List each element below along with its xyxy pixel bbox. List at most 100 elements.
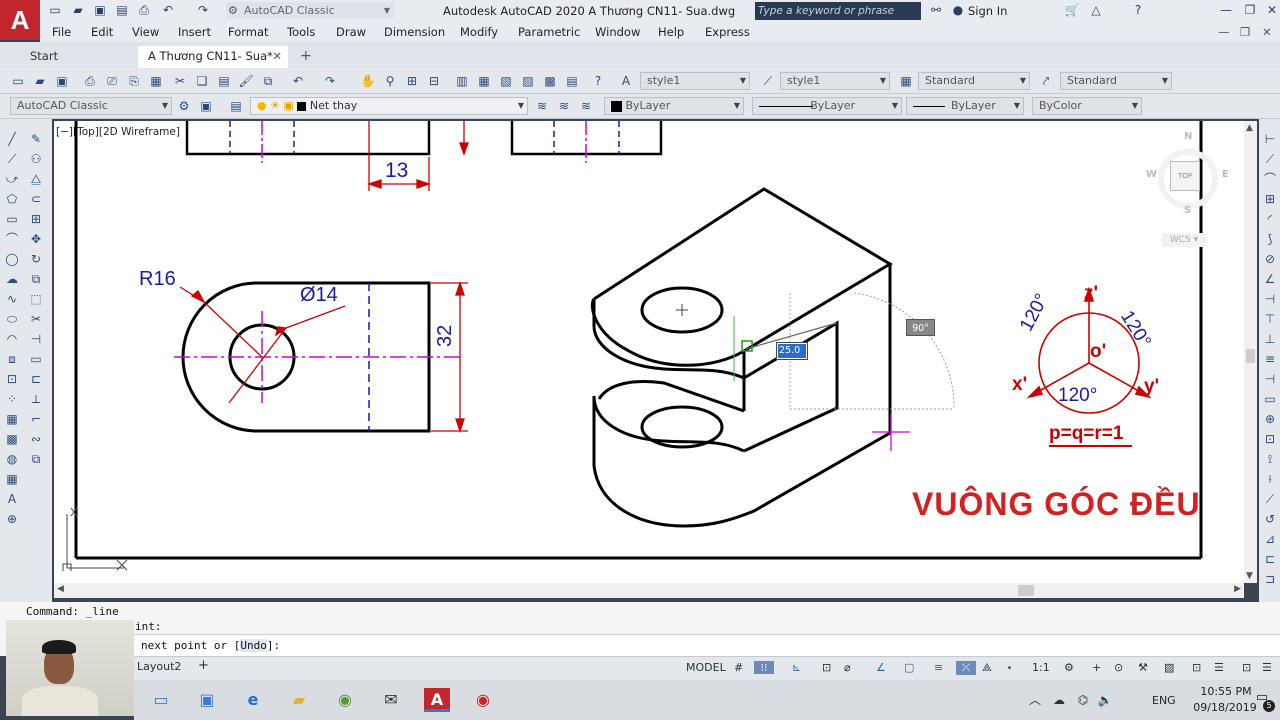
horizontal-scroll-thumb[interactable] — [1018, 585, 1034, 596]
match-properties-icon[interactable]: 🖌 — [238, 73, 254, 89]
circle-icon[interactable]: ◯ — [4, 251, 20, 267]
dim-radius-icon[interactable]: ◜ — [1262, 211, 1278, 227]
region-icon[interactable]: ◍ — [4, 451, 20, 467]
volume-icon[interactable]: 🔈 — [1092, 688, 1118, 712]
annotation-scale[interactable]: 1:1 — [1032, 661, 1050, 674]
blend-icon[interactable]: ∾ — [28, 431, 44, 447]
rotate-icon[interactable]: ↻ — [28, 251, 44, 267]
viewcube-top-face[interactable]: TOP — [1170, 161, 1200, 191]
properties-icon[interactable]: ▥ — [454, 73, 470, 89]
plot-preview-icon[interactable]: ⎚ — [104, 73, 120, 89]
make-block-icon[interactable]: ⊡ — [4, 371, 20, 387]
text-style-dropdown[interactable]: style1 ▼ — [640, 72, 750, 90]
close-icon[interactable]: ✕ — [272, 46, 282, 66]
menu-dimension[interactable]: Dimension — [384, 25, 445, 39]
save-as-icon[interactable]: ▤ — [114, 3, 130, 18]
dim-diameter-icon[interactable]: ⊘ — [1262, 251, 1278, 267]
dim-ordinate-icon[interactable]: ⊞ — [1262, 191, 1278, 207]
trim-icon[interactable]: ✂ — [28, 311, 44, 327]
cloud-icon[interactable]: ☁ — [1046, 688, 1072, 712]
open-folder-icon[interactable]: ▰ — [32, 73, 48, 89]
pan-icon[interactable]: ✋ — [360, 73, 376, 89]
doc-restore-icon[interactable]: ❐ — [1240, 25, 1250, 39]
color-dropdown[interactable]: ByLayer ▼ — [604, 97, 744, 115]
quick-dim-icon[interactable]: ⊣ — [1262, 291, 1278, 307]
inspection-icon[interactable]: ⊡ — [1262, 431, 1278, 447]
tool-palettes-icon[interactable]: ▧ — [498, 73, 514, 89]
selection-cycling-icon[interactable]: ⟁ — [982, 661, 992, 675]
menu-edit[interactable]: Edit — [91, 25, 113, 39]
osnap-tracking-icon[interactable]: ∠ — [876, 661, 886, 674]
dim-style-dropdown[interactable]: style1 ▼ — [780, 72, 890, 90]
user-icon[interactable]: ● — [950, 3, 966, 18]
layer-previous-icon[interactable]: ≋ — [556, 98, 572, 114]
new-layout-button[interactable]: + — [198, 658, 209, 673]
isodraft-icon[interactable]: ⊡ — [822, 661, 831, 674]
dim-angular-icon[interactable]: ∠ — [1262, 271, 1278, 287]
erase-icon[interactable]: ✎ — [28, 131, 44, 147]
dim-baseline-icon[interactable]: ⊤ — [1262, 311, 1278, 327]
isolate-objects-icon[interactable]: ⊙ — [1114, 661, 1123, 674]
zoom-window-icon[interactable]: ⊞ — [404, 73, 420, 89]
close-icon[interactable]: ✕ — [1264, 3, 1280, 18]
doc-minimize-icon[interactable]: — — [1218, 25, 1230, 39]
sheet-set-icon[interactable]: ▨ — [520, 73, 536, 89]
ellipse-icon[interactable]: ⬭ — [4, 311, 20, 327]
text-style-icon[interactable]: A — [618, 73, 634, 89]
add-selected-icon[interactable]: ⊕ — [4, 511, 20, 527]
plot-icon[interactable]: ⎙ — [82, 73, 98, 89]
zoom-realtime-icon[interactable]: ⚲ — [382, 73, 398, 89]
layer-properties-icon[interactable]: ▤ — [228, 98, 244, 114]
workspace-dropdown[interactable]: AutoCAD Classic ▼ — [10, 97, 172, 115]
command-input[interactable] — [134, 634, 1280, 656]
model-space-button[interactable]: MODEL — [686, 661, 726, 674]
menu-parametric[interactable]: Parametric — [518, 25, 580, 39]
compass-south[interactable]: S — [1184, 205, 1191, 216]
clock-time[interactable]: 10:55 PM — [1196, 685, 1256, 698]
arc-icon[interactable]: ⌒ — [4, 231, 20, 247]
table-icon[interactable]: ▦ — [4, 471, 20, 487]
application-menu-button[interactable]: A — [0, 0, 40, 40]
polar-icon[interactable]: ⌀ — [844, 661, 851, 674]
viewcube[interactable]: N S W E TOP WCS ▾ — [1144, 129, 1234, 247]
store-icon[interactable]: ▣ — [194, 688, 220, 712]
menu-tools[interactable]: Tools — [287, 25, 315, 39]
wcs-menu[interactable]: WCS ▾ — [1162, 233, 1206, 247]
fillet-icon[interactable]: ⌐ — [28, 411, 44, 427]
annotation-visibility-icon[interactable]: ⋆ — [1006, 661, 1013, 674]
tab-start[interactable]: Start — [20, 46, 135, 68]
break-icon[interactable]: ▭ — [28, 351, 44, 367]
layer-dropdown[interactable]: ● ☀ ▣ Net thay ▼ — [250, 97, 528, 115]
menu-modify[interactable]: Modify — [460, 25, 498, 39]
compass-west[interactable]: W — [1146, 169, 1157, 180]
rectangle-icon[interactable]: ▭ — [4, 211, 20, 227]
tolerance-icon[interactable]: ▭ — [1262, 391, 1278, 407]
dim-linear-icon[interactable]: ⊢ — [1262, 131, 1278, 147]
hatch-icon[interactable]: ▦ — [4, 411, 20, 427]
xline-icon[interactable]: ⟋ — [4, 151, 20, 167]
markup-icon[interactable]: ▩ — [542, 73, 558, 89]
menu-draw[interactable]: Draw — [336, 25, 366, 39]
stretch-icon[interactable]: ⬚ — [28, 291, 44, 307]
offset-icon[interactable]: ⊂ — [28, 191, 44, 207]
dim-update-icon[interactable]: ↺ — [1262, 511, 1278, 527]
save-icon[interactable]: ▣ — [92, 3, 108, 18]
undo-icon[interactable]: ↶ — [290, 73, 306, 89]
menu-insert[interactable]: Insert — [178, 25, 211, 39]
lineweight-icon[interactable]: ≡ — [934, 661, 943, 674]
lineweight-dropdown[interactable]: ByLayer ▼ — [906, 97, 1024, 115]
design-center-icon[interactable]: ▦ — [476, 73, 492, 89]
language-indicator[interactable]: ENG — [1152, 694, 1176, 707]
menu-format[interactable]: Format — [228, 25, 269, 39]
clean-screen-icon[interactable]: ⊡ — [1192, 661, 1201, 674]
workspace-settings-icon[interactable]: ▣ — [198, 98, 214, 114]
menu-window[interactable]: Window — [595, 25, 640, 39]
plus-icon[interactable]: + — [1092, 661, 1101, 674]
table-style-dropdown[interactable]: Standard ▼ — [918, 72, 1030, 90]
plotstyle-dropdown[interactable]: ByColor ▼ — [1032, 97, 1142, 115]
binoculars-icon[interactable]: ⚯ — [928, 3, 944, 18]
object-snap-icon[interactable]: ▢ — [904, 661, 914, 674]
a360-icon[interactable]: △ — [1088, 3, 1104, 18]
horizontal-scrollbar[interactable]: ◀ ▶ — [54, 583, 1244, 598]
properties-pane-icon[interactable]: ☰ — [1262, 661, 1272, 674]
